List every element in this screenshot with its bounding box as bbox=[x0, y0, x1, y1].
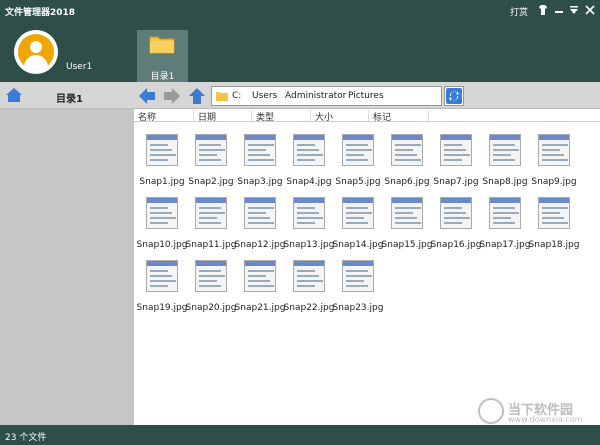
refresh-icon bbox=[446, 88, 462, 104]
file-item[interactable]: Snap5.jpg bbox=[333, 134, 383, 192]
column-date[interactable]: 日期 bbox=[194, 110, 252, 123]
file-item[interactable]: Snap7.jpg bbox=[431, 134, 481, 192]
file-thumbnail bbox=[440, 134, 472, 166]
user-icon bbox=[18, 34, 54, 70]
watermark-url: www.downxia.com bbox=[508, 415, 583, 424]
file-item[interactable]: Snap4.jpg bbox=[284, 134, 334, 192]
file-thumbnail bbox=[293, 260, 325, 292]
home-icon[interactable] bbox=[5, 87, 23, 103]
file-item[interactable]: Snap12.jpg bbox=[235, 197, 285, 255]
file-thumbnail bbox=[538, 197, 570, 229]
file-item[interactable]: Snap2.jpg bbox=[186, 134, 236, 192]
file-thumbnail bbox=[146, 197, 178, 229]
column-size[interactable]: 大小 bbox=[311, 110, 369, 123]
file-thumbnail bbox=[342, 260, 374, 292]
folder-icon bbox=[216, 92, 228, 101]
tab-label: 目录1 bbox=[150, 72, 175, 82]
file-thumbnail bbox=[244, 134, 276, 166]
path-segment-administrator[interactable]: Administrator bbox=[285, 91, 346, 101]
file-item[interactable]: Snap6.jpg bbox=[382, 134, 432, 192]
up-arrow-icon[interactable] bbox=[187, 86, 207, 106]
file-item[interactable]: Snap13.jpg bbox=[284, 197, 334, 255]
file-thumbnail bbox=[293, 134, 325, 166]
back-arrow-icon[interactable] bbox=[137, 86, 157, 106]
watermark-logo-icon bbox=[478, 398, 504, 424]
file-item[interactable]: Snap21.jpg bbox=[235, 260, 285, 318]
file-item[interactable]: Snap17.jpg bbox=[480, 197, 530, 255]
file-thumbnail bbox=[195, 134, 227, 166]
app-title: 文件管理器2018 bbox=[5, 8, 76, 18]
path-segment-drive[interactable]: C: bbox=[232, 91, 241, 101]
file-item[interactable]: Snap16.jpg bbox=[431, 197, 481, 255]
close-icon[interactable] bbox=[584, 4, 596, 16]
left-panel: 目录1 bbox=[0, 82, 134, 425]
file-thumbnail bbox=[391, 197, 423, 229]
reward-button[interactable]: 打赏 bbox=[510, 5, 528, 18]
path-bar[interactable]: C: Users Administrator Pictures bbox=[211, 86, 442, 106]
left-panel-title: 目录1 bbox=[56, 94, 83, 105]
avatar[interactable] bbox=[14, 30, 58, 74]
file-item[interactable]: Snap1.jpg bbox=[137, 134, 187, 192]
path-segment-pictures[interactable]: Pictures bbox=[348, 91, 384, 101]
file-thumbnail bbox=[538, 134, 570, 166]
file-thumbnail bbox=[342, 197, 374, 229]
column-name[interactable]: 名称 bbox=[134, 110, 194, 123]
forward-arrow-icon[interactable] bbox=[162, 86, 182, 106]
shirt-icon[interactable] bbox=[537, 4, 549, 16]
file-thumbnail bbox=[489, 197, 521, 229]
menu-icon[interactable] bbox=[568, 4, 580, 16]
file-item[interactable]: Snap8.jpg bbox=[480, 134, 530, 192]
file-thumbnail bbox=[342, 134, 374, 166]
folder-icon bbox=[149, 36, 175, 54]
file-name: Snap9.jpg bbox=[531, 177, 577, 187]
file-item[interactable]: Snap14.jpg bbox=[333, 197, 383, 255]
refresh-button[interactable] bbox=[444, 86, 464, 106]
file-name: Snap23.jpg bbox=[332, 303, 384, 313]
file-grid: Snap1.jpg Snap2.jpg Snap3.jpg Snap4.jpg Snap… bbox=[134, 122, 600, 425]
file-thumbnail bbox=[195, 260, 227, 292]
path-segment-users[interactable]: Users bbox=[252, 91, 277, 101]
file-thumbnail bbox=[489, 134, 521, 166]
file-item[interactable]: Snap10.jpg bbox=[137, 197, 187, 255]
username: User1 bbox=[66, 62, 93, 72]
file-item[interactable]: Snap3.jpg bbox=[235, 134, 285, 192]
file-thumbnail bbox=[244, 260, 276, 292]
status-bar: 23 个文件 bbox=[0, 425, 600, 445]
file-thumbnail bbox=[195, 197, 227, 229]
watermark: 当下软件园 www.downxia.com bbox=[478, 398, 598, 428]
file-thumbnail bbox=[293, 197, 325, 229]
file-count: 23 个文件 bbox=[5, 433, 47, 443]
title-bar: 文件管理器2018 打赏 bbox=[0, 0, 600, 22]
file-item[interactable]: Snap9.jpg bbox=[529, 134, 579, 192]
file-thumbnail bbox=[146, 260, 178, 292]
column-header: 名称 日期 类型 大小 标记 bbox=[134, 109, 600, 123]
file-thumbnail bbox=[146, 134, 178, 166]
toolbar: C: Users Administrator Pictures bbox=[134, 82, 600, 109]
column-tag[interactable]: 标记 bbox=[369, 110, 429, 123]
left-panel-header: 目录1 bbox=[0, 82, 134, 109]
column-type[interactable]: 类型 bbox=[252, 110, 311, 123]
file-thumbnail bbox=[440, 197, 472, 229]
file-item[interactable]: Snap22.jpg bbox=[284, 260, 334, 318]
file-item[interactable]: Snap20.jpg bbox=[186, 260, 236, 318]
file-item[interactable]: Snap23.jpg bbox=[333, 260, 383, 318]
tab-directory-1[interactable]: 目录1 bbox=[137, 30, 188, 82]
file-item[interactable]: Snap11.jpg bbox=[186, 197, 236, 255]
file-name: Snap18.jpg bbox=[528, 240, 580, 250]
file-item[interactable]: Snap15.jpg bbox=[382, 197, 432, 255]
file-item[interactable]: Snap19.jpg bbox=[137, 260, 187, 318]
file-thumbnail bbox=[244, 197, 276, 229]
file-thumbnail bbox=[391, 134, 423, 166]
minimize-icon[interactable] bbox=[553, 4, 565, 16]
file-item[interactable]: Snap18.jpg bbox=[529, 197, 579, 255]
header: User1 目录1 bbox=[0, 22, 600, 82]
